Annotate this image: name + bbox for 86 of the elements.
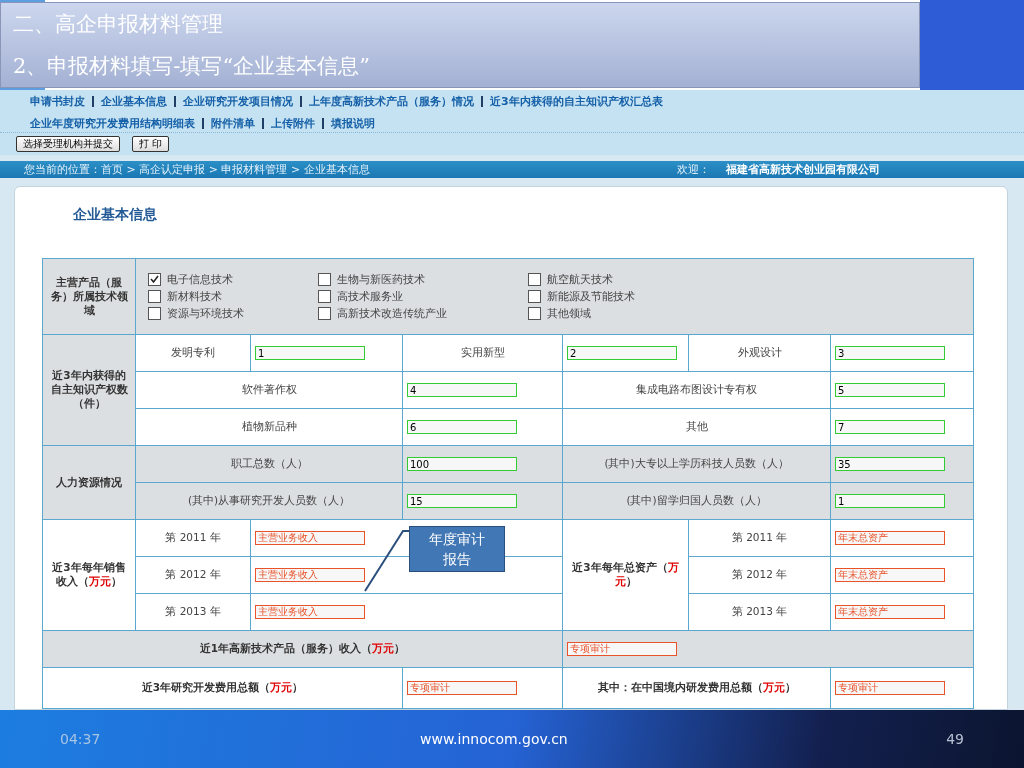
card-title: 企业基本信息 xyxy=(73,206,158,224)
form-button[interactable]: 打 印 xyxy=(132,136,170,152)
checkbox[interactable] xyxy=(318,290,331,303)
input-field[interactable]: 35 xyxy=(835,457,945,471)
field-label: 新材料技术 xyxy=(167,289,222,304)
check-icon xyxy=(150,275,159,284)
checkbox[interactable] xyxy=(318,307,331,320)
nav-link[interactable]: 企业年度研究开发费用结构明细表 xyxy=(30,117,202,129)
field-label: 软件著作权 xyxy=(241,383,297,395)
row-header: 近1年高新技术产品（服务）收入（万元） xyxy=(199,642,406,654)
input-field[interactable]: 专项审计 xyxy=(567,642,677,656)
form-button[interactable]: 选择受理机构并提交 xyxy=(16,136,120,152)
field-label: 第 2013 年 xyxy=(165,605,221,617)
input-field[interactable]: 4 xyxy=(407,383,517,397)
input-field[interactable]: 年末总资产 xyxy=(835,605,945,619)
slide-subheading: 2、申报材料填写-填写“企业基本信息” xyxy=(13,53,371,80)
field-label: 其他 xyxy=(685,420,708,432)
input-field[interactable]: 2 xyxy=(567,346,677,360)
field-label: 新能源及节能技术 xyxy=(547,289,635,304)
input-field[interactable]: 1 xyxy=(835,494,945,508)
row-header: 近3年研究开发费用总额（万元） xyxy=(141,681,304,693)
field-label: (其中)从事研究开发人员数（人） xyxy=(187,494,351,506)
field-label: 实用新型 xyxy=(460,346,505,358)
field-label: 发明专利 xyxy=(171,346,215,358)
field-label: 生物与新医药技术 xyxy=(337,272,425,287)
slide-heading: 二、高企申报材料管理 xyxy=(13,11,224,38)
checkbox[interactable] xyxy=(148,290,161,303)
nav-link[interactable]: 申请书封皮 xyxy=(30,95,92,107)
checkbox[interactable] xyxy=(528,307,541,320)
nav-link[interactable]: 企业研究开发项目情况 xyxy=(174,95,300,107)
row-header: 近3年每年销售收入（万元） xyxy=(51,561,127,589)
field-label: 第 2011 年 xyxy=(165,531,221,543)
input-field[interactable]: 5 xyxy=(835,383,945,397)
row-header: 主营产品（服务）所属技术领域 xyxy=(42,258,136,335)
input-field[interactable]: 专项审计 xyxy=(407,681,517,695)
row-header: 人力资源情况 xyxy=(42,445,136,520)
input-field[interactable]: 主营业务收入 xyxy=(255,531,365,545)
checkbox[interactable] xyxy=(528,273,541,286)
footer-url: www.innocom.gov.cn xyxy=(420,731,568,747)
field-label: 其他领域 xyxy=(547,306,591,321)
field-label: 高技术服务业 xyxy=(337,289,403,304)
field-label: 外观设计 xyxy=(737,346,782,358)
nav-link[interactable]: 填报说明 xyxy=(322,117,382,129)
nav-link[interactable]: 近3年内获得的自主知识产权汇总表 xyxy=(481,95,670,107)
field-label: 电子信息技术 xyxy=(167,272,233,287)
input-field[interactable]: 15 xyxy=(407,494,517,508)
input-field[interactable]: 主营业务收入 xyxy=(255,605,365,619)
input-field[interactable]: 年末总资产 xyxy=(835,531,945,545)
row-header: 近3年内获得的自主知识产权数（件） xyxy=(42,334,136,446)
field-label: 第 2012 年 xyxy=(731,568,788,580)
field-label: (其中)留学归国人员数（人） xyxy=(626,494,767,506)
nav-link[interactable]: 附件清单 xyxy=(202,117,262,129)
welcome-label: 欢迎： xyxy=(677,162,710,177)
field-label: 植物新品种 xyxy=(241,420,297,432)
checkbox[interactable] xyxy=(148,273,161,286)
input-field[interactable]: 7 xyxy=(835,420,945,434)
field-label: 第 2012 年 xyxy=(165,568,221,580)
field-label: 航空航天技术 xyxy=(547,272,613,287)
input-field[interactable]: 3 xyxy=(835,346,945,360)
input-field[interactable]: 主营业务收入 xyxy=(255,568,365,582)
field-label: 第 2011 年 xyxy=(731,531,788,543)
field-label: 高新技术改造传统产业 xyxy=(337,306,447,321)
input-field[interactable]: 专项审计 xyxy=(835,681,945,695)
page-number: 49 xyxy=(946,731,964,747)
input-field[interactable]: 年末总资产 xyxy=(835,568,945,582)
field-label: 资源与环境技术 xyxy=(167,306,244,321)
row-header: 其中：在中国境内研发费用总额（万元） xyxy=(597,681,796,693)
field-label: 职工总数（人） xyxy=(230,457,308,469)
slide-time: 04:37 xyxy=(60,731,102,747)
leader-line xyxy=(364,530,412,592)
checkbox[interactable] xyxy=(318,273,331,286)
nav-link[interactable]: 上年度高新技术产品（服务）情况 xyxy=(300,95,481,107)
nav-link[interactable]: 上传附件 xyxy=(262,117,322,129)
breadcrumb: 您当前的位置：首页 > 高企认定申报 > 申报材料管理 > 企业基本信息 xyxy=(24,162,370,177)
nav-link[interactable]: 企业基本信息 xyxy=(92,95,174,107)
field-label: 集成电路布图设计专有权 xyxy=(636,383,757,395)
company-name: 福建省高新技术创业园有限公司 xyxy=(726,162,880,177)
callout-note: 年度审计报告 xyxy=(409,526,505,572)
checkbox[interactable] xyxy=(528,290,541,303)
checkbox[interactable] xyxy=(148,307,161,320)
row-header: 近3年每年总资产（万元） xyxy=(571,561,680,589)
field-label: 第 2013 年 xyxy=(731,605,788,617)
input-field[interactable]: 100 xyxy=(407,457,517,471)
field-label: (其中)大专以上学历科技人员数（人） xyxy=(604,457,789,469)
input-field[interactable]: 1 xyxy=(255,346,365,360)
input-field[interactable]: 6 xyxy=(407,420,517,434)
